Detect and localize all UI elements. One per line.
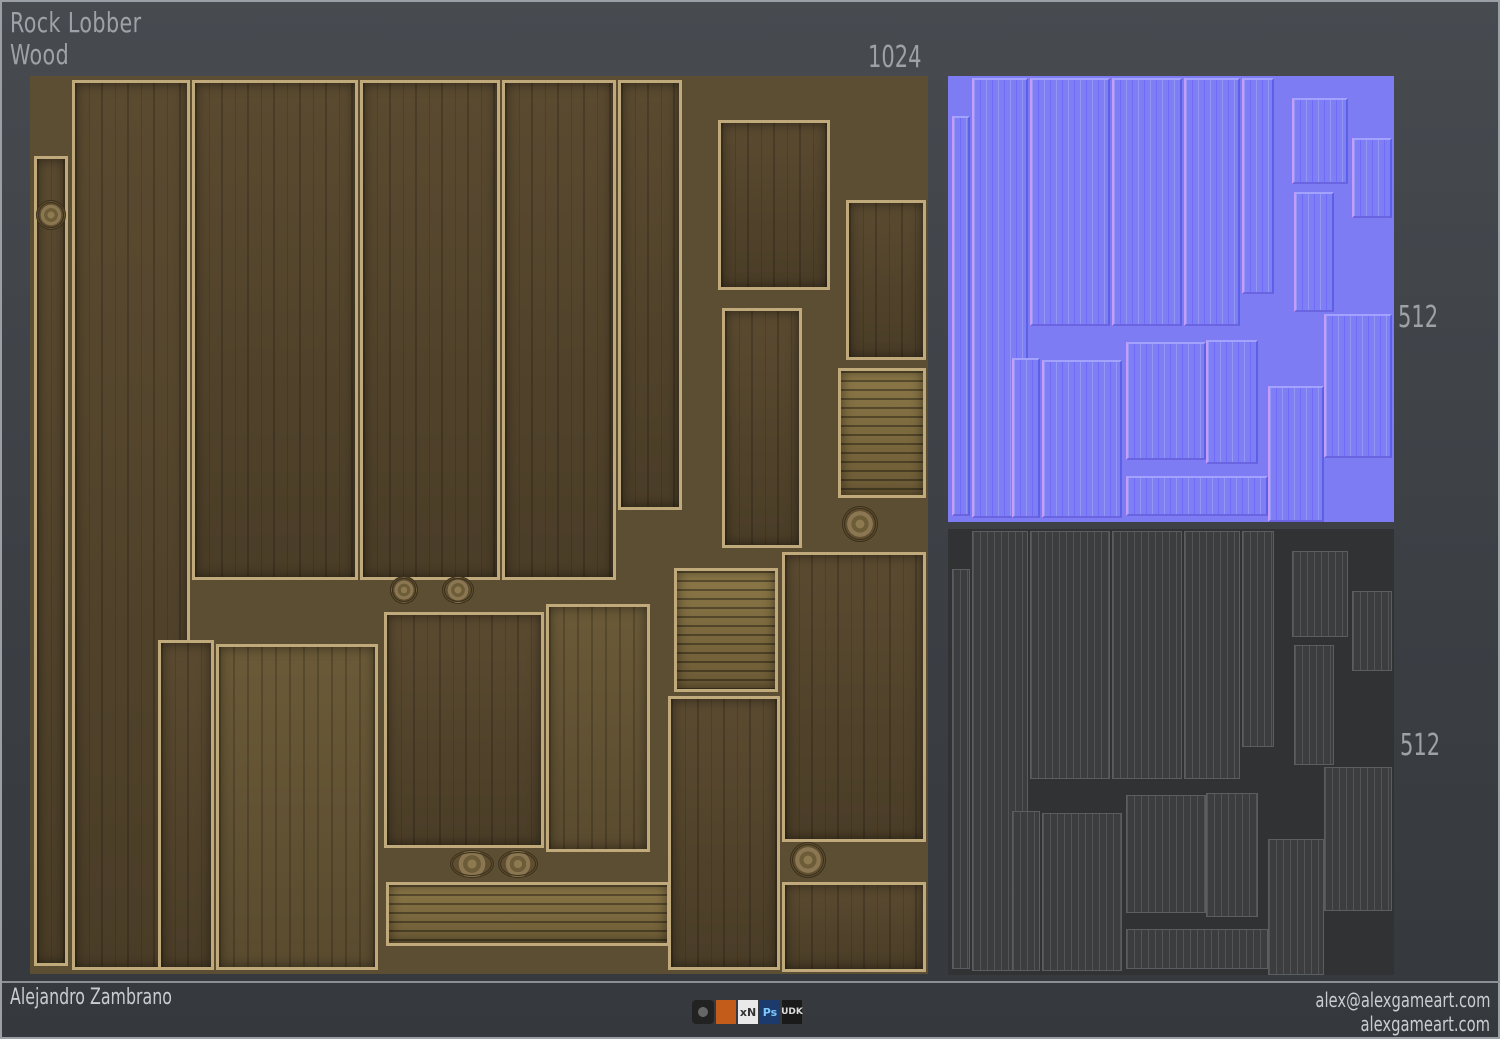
tool-logos: xN Ps UDK <box>692 999 803 1025</box>
wood-ring-end <box>390 576 418 604</box>
diffuse-plank <box>674 568 778 692</box>
diffuse-plank <box>384 612 544 848</box>
diffuse-texture-map <box>30 76 928 974</box>
specular-plank <box>1042 813 1122 971</box>
normal-plank <box>1012 358 1040 518</box>
footer-divider <box>2 981 1500 983</box>
normal-plank <box>952 116 970 516</box>
specular-plank <box>1206 793 1258 917</box>
diffuse-plank <box>34 156 68 966</box>
wood-ring-end <box>498 850 538 878</box>
normal-plank <box>1126 476 1268 516</box>
author-name: Alejandro Zambrano <box>10 985 172 1010</box>
photoshop-icon: Ps <box>760 1000 780 1024</box>
normal-plank <box>1184 78 1240 326</box>
material-title: Wood <box>10 38 70 71</box>
normal-texture-map <box>948 76 1394 522</box>
specular-plank <box>1126 795 1206 913</box>
normal-plank <box>1292 98 1348 184</box>
specular-plank <box>1294 645 1334 765</box>
diffuse-plank <box>668 696 780 970</box>
diffuse-plank <box>722 308 802 548</box>
wood-ring-end <box>442 576 474 604</box>
diffuse-resolution-label: 1024 <box>868 40 922 75</box>
xnormal-icon: xN <box>738 1000 758 1024</box>
specular-texture-map <box>948 529 1394 975</box>
diffuse-plank <box>386 882 670 946</box>
diffuse-plank <box>502 80 616 580</box>
diffuse-plank <box>360 80 500 580</box>
specular-plank <box>1030 531 1110 779</box>
asset-title: Rock Lobber <box>10 6 142 39</box>
3dsmax-icon <box>716 1000 736 1024</box>
diffuse-plank <box>618 80 682 510</box>
wood-ring-end <box>842 506 878 542</box>
specular-plank <box>1184 531 1240 779</box>
normal-resolution-label: 512 <box>1398 300 1439 335</box>
normal-plank <box>1112 78 1182 326</box>
specular-plank <box>1126 929 1268 969</box>
diffuse-plank <box>192 80 358 580</box>
diffuse-plank <box>546 604 650 852</box>
diffuse-plank <box>846 200 926 360</box>
normal-plank <box>1294 192 1334 312</box>
normal-plank <box>1324 314 1392 458</box>
wood-ring-end <box>450 850 494 878</box>
diffuse-plank <box>718 120 830 290</box>
zbrush-icon <box>692 1000 714 1024</box>
diffuse-plank <box>216 644 378 970</box>
diffuse-plank <box>782 552 926 842</box>
specular-plank <box>1268 839 1324 975</box>
normal-plank <box>1030 78 1110 326</box>
specular-plank <box>1242 531 1274 747</box>
normal-plank <box>1126 342 1206 460</box>
diffuse-plank <box>838 368 926 498</box>
specular-resolution-label: 512 <box>1400 728 1441 763</box>
wood-ring-end <box>36 200 66 230</box>
normal-plank <box>1242 78 1274 294</box>
specular-plank <box>1324 767 1392 911</box>
specular-plank <box>1112 531 1182 779</box>
diffuse-plank <box>782 882 926 972</box>
specular-plank <box>1352 591 1392 671</box>
udk-icon: UDK <box>781 1000 803 1024</box>
normal-plank <box>1042 360 1122 518</box>
author-email[interactable]: alex@alexgameart.com <box>1315 988 1490 1012</box>
specular-plank <box>1292 551 1348 637</box>
wood-ring-end <box>790 842 826 878</box>
normal-plank <box>1206 340 1258 464</box>
normal-plank <box>1268 386 1324 522</box>
diffuse-plank <box>158 640 214 970</box>
author-website[interactable]: alexgameart.com <box>1360 1012 1490 1036</box>
specular-plank <box>952 569 970 969</box>
specular-plank <box>1012 811 1040 971</box>
normal-plank <box>1352 138 1392 218</box>
presentation-sheet: Rock Lobber Wood 1024 512 512 Alejandro … <box>0 0 1500 1039</box>
